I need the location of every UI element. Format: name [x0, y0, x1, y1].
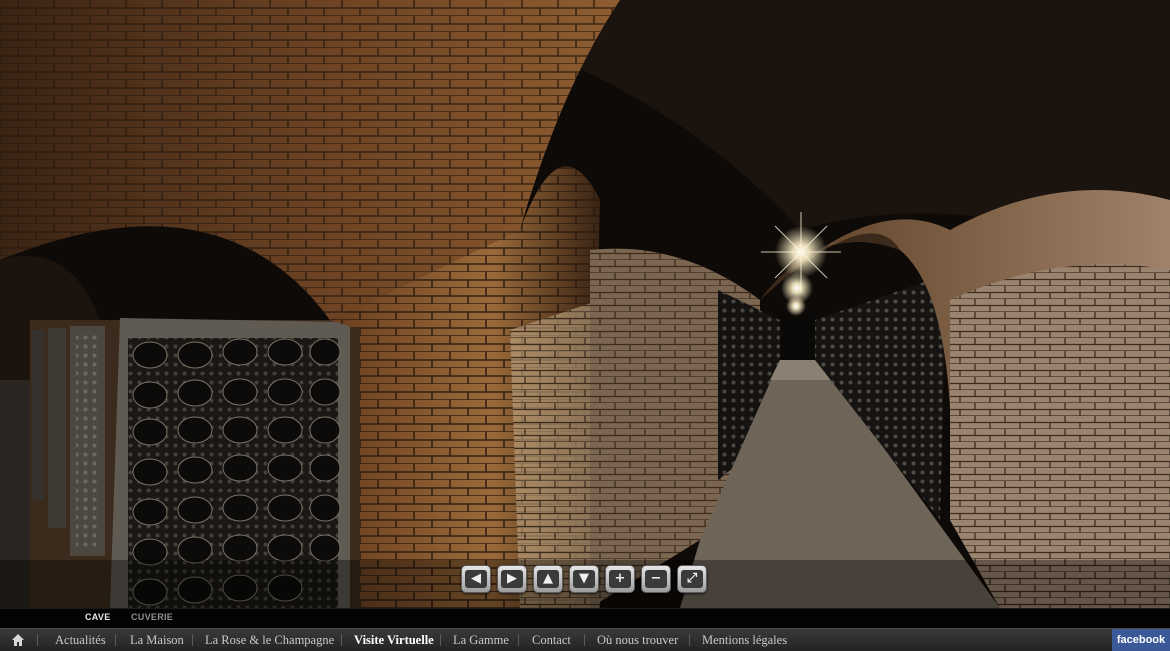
- fullscreen-button[interactable]: ⤢: [677, 565, 707, 593]
- zoom-out-button[interactable]: −: [641, 565, 671, 593]
- facebook-button[interactable]: facebook: [1112, 629, 1170, 651]
- panorama-controls: ◀ ▶ ▲ ▼ + − ⤢: [461, 565, 707, 595]
- home-icon[interactable]: [11, 633, 25, 647]
- menu-separator: [192, 634, 193, 646]
- menu-item-la-gamme[interactable]: La Gamme: [453, 633, 509, 648]
- pan-right-button[interactable]: ▶: [497, 565, 527, 593]
- menu-item-contact[interactable]: Contact: [532, 633, 571, 648]
- fullscreen-icon: ⤢: [681, 570, 703, 588]
- menu-separator: [518, 634, 519, 646]
- wine-cellar-panorama: [0, 0, 1170, 608]
- pan-down-button[interactable]: ▼: [569, 565, 599, 593]
- menu-item-la-maison[interactable]: La Maison: [130, 633, 184, 648]
- menu-separator: [341, 634, 342, 646]
- menu-separator: [115, 634, 116, 646]
- arrow-down-icon: ▼: [573, 570, 595, 588]
- menu-item-la-rose-champagne[interactable]: La Rose & le Champagne: [205, 633, 334, 648]
- menu-item-visite-virtuelle[interactable]: Visite Virtuelle: [354, 633, 434, 648]
- arrow-left-icon: ◀: [465, 570, 487, 588]
- menu-item-ou-nous-trouver[interactable]: Où nous trouver: [597, 633, 678, 648]
- menu-separator: [689, 634, 690, 646]
- scene-cuverie[interactable]: CUVERIE: [131, 612, 173, 622]
- scene-selector: CAVE CUVERIE: [0, 608, 1170, 629]
- zoom-in-button[interactable]: +: [605, 565, 635, 593]
- minus-icon: −: [645, 570, 667, 588]
- main-menu: Actualités La Maison La Rose & le Champa…: [0, 628, 1170, 651]
- menu-separator: [440, 634, 441, 646]
- menu-item-mentions-legales[interactable]: Mentions légales: [702, 633, 787, 648]
- plus-icon: +: [609, 570, 631, 588]
- panorama-viewer[interactable]: ◀ ▶ ▲ ▼ + − ⤢: [0, 0, 1170, 608]
- arrow-up-icon: ▲: [537, 570, 559, 588]
- pan-left-button[interactable]: ◀: [461, 565, 491, 593]
- scene-cave[interactable]: CAVE: [85, 612, 111, 622]
- arrow-right-icon: ▶: [501, 570, 523, 588]
- pan-up-button[interactable]: ▲: [533, 565, 563, 593]
- menu-separator: [37, 634, 38, 646]
- menu-item-actualites[interactable]: Actualités: [55, 633, 106, 648]
- menu-separator: [584, 634, 585, 646]
